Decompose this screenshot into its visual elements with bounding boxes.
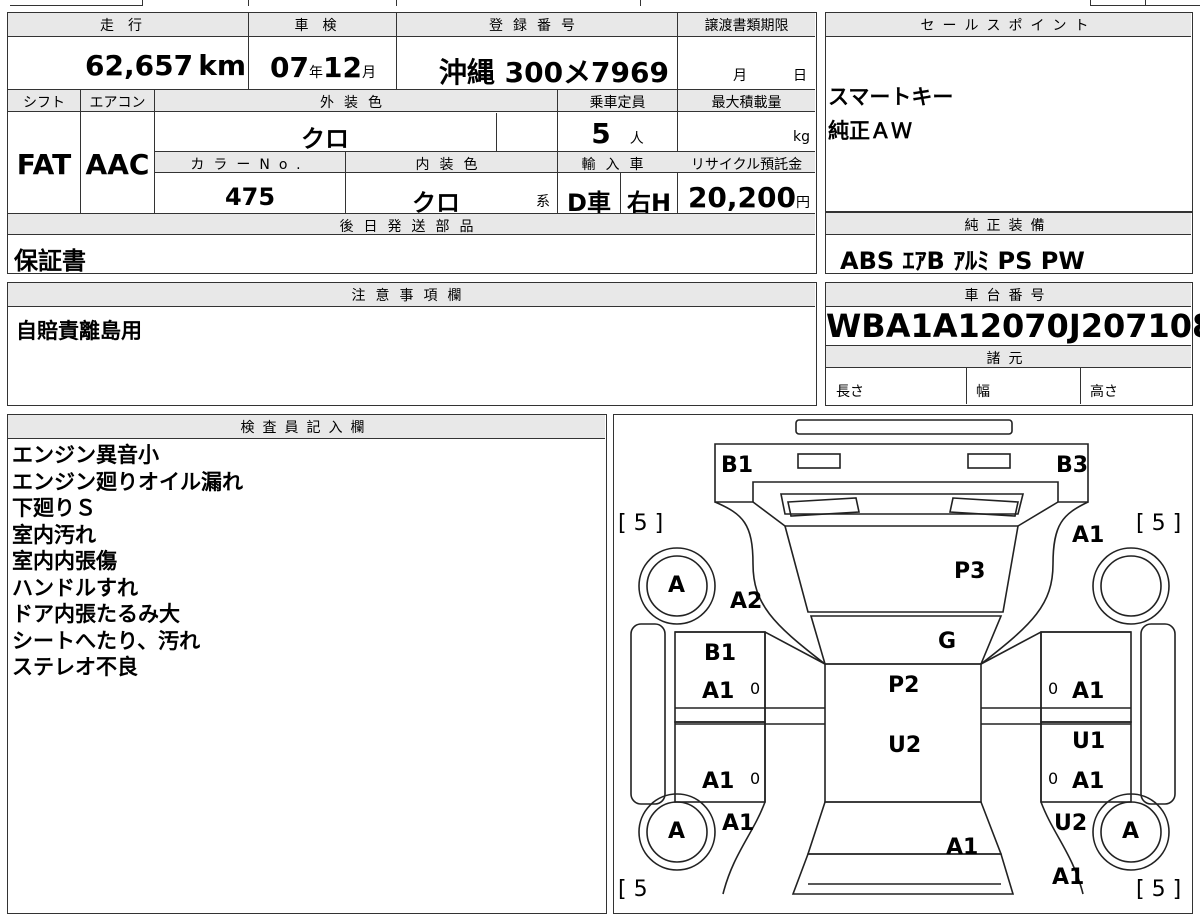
list-item: エンジン廻りオイル漏れ [12, 469, 243, 494]
later-parts-label: 後日発送部品 [339, 219, 484, 235]
registration-value: 沖縄 300メ7969 [438, 56, 669, 89]
tire-grade: A [668, 573, 686, 598]
damage-label: B3 [1056, 453, 1089, 478]
mileage-label: 走行 [100, 18, 156, 34]
chassis-box: 車台番号 WBA1A12070J207108 諸元 長さ 幅 高さ [825, 282, 1200, 406]
shaken-label: 車検 [294, 18, 351, 34]
damage-label: U2 [1054, 811, 1088, 836]
color-no-label: カラーNo. [190, 157, 310, 173]
caution-label: 注意事項欄 [351, 288, 472, 304]
damage-label: A1 [946, 835, 979, 860]
list-item: 下廻りＳ [12, 496, 96, 520]
recycle-label: リサイクル預託金 [690, 157, 803, 173]
tread-depth: [ 5 ] [1136, 877, 1182, 902]
tire-grade: A [1122, 819, 1140, 844]
shift-value: FAT [16, 148, 72, 181]
mileage-value: 62,657 km [85, 49, 246, 82]
shaken-value: 07年12月 [270, 51, 376, 84]
specs-width: 幅 [976, 384, 990, 400]
damage-label: A1 [1052, 865, 1085, 890]
damage-label: A1 [1072, 523, 1105, 548]
exterior-color-label: 外装色 [320, 95, 392, 111]
genuine-equipment-value: ABS ｴｱB ｱﾙﾐ PS PW [840, 247, 1085, 275]
interior-color-label: 内装色 [415, 157, 488, 173]
aircon-value: AAC [85, 148, 150, 181]
capacity-label: 乗車定員 [589, 95, 646, 111]
import-label: 輸入車 [581, 157, 654, 173]
inspector-label: 検査員記入欄 [240, 420, 373, 436]
sales-point-item: 純正ＡＷ [828, 119, 912, 143]
sales-point-item: スマートキー [828, 85, 954, 109]
list-item: 室内汚れ [12, 522, 96, 547]
tread-depth: [ 5 ] [618, 511, 664, 536]
zero-mark: 0 [750, 679, 761, 698]
damage-map-box: B1 B3 A1 P3 A2 G B1 A1 P2 A1 U2 U1 A1 A1… [613, 414, 1193, 914]
list-item: 室内内張傷 [12, 549, 117, 573]
registration-label: 登録番号 [489, 18, 585, 34]
list-item: ステレオ不良 [12, 655, 138, 679]
max-load-label: 最大積載量 [711, 95, 782, 111]
inspector-notes-box: 検査員記入欄 エンジン異音小 エンジン廻りオイル漏れ 下廻りＳ 室内汚れ 室内内… [7, 414, 607, 914]
exterior-color-value: クロ [301, 125, 349, 153]
zero-mark: 0 [750, 769, 761, 788]
color-no-value: 475 [224, 183, 276, 211]
caution-box: 注意事項欄 自賠責離島用 [7, 282, 817, 406]
damage-label: G [938, 629, 957, 654]
list-item: エンジン異音小 [12, 443, 159, 467]
tread-depth: [ 5 [618, 877, 648, 902]
transfer-day-unit: 日 [793, 68, 807, 84]
car-diagram [630, 419, 1176, 895]
zero-mark: 0 [1048, 679, 1059, 698]
tire-grade: A [668, 819, 686, 844]
tread-depth: [ 5 ] [1136, 511, 1182, 536]
damage-label: A1 [722, 811, 755, 836]
specs-height: 高さ [1090, 384, 1118, 400]
damage-label: A1 [702, 769, 735, 794]
damage-label: A1 [1072, 769, 1105, 794]
shift-label: シフト [23, 95, 65, 111]
transfer-deadline-label: 譲渡書類期限 [704, 18, 789, 34]
damage-label: A2 [730, 589, 763, 614]
damage-label: U1 [1072, 729, 1106, 754]
transfer-month-unit: 月 [733, 68, 747, 84]
damage-label: B1 [721, 453, 754, 478]
damage-label: U2 [888, 733, 922, 758]
vehicle-info-table: 走行 車検 登録番号 譲渡書類期限 62,657 km 07年12月 沖縄 30… [7, 12, 817, 275]
specs-label: 諸元 [986, 351, 1031, 367]
later-parts-value: 保証書 [14, 247, 86, 275]
zero-mark: 0 [1048, 769, 1059, 788]
sales-point-box: セールスポイント スマートキー 純正ＡＷ [825, 12, 1193, 212]
damage-label: A1 [1072, 679, 1105, 704]
aircon-label: エアコン [89, 95, 146, 111]
max-load-unit: kg [793, 129, 810, 145]
specs-length: 長さ [836, 384, 864, 400]
caution-value: 自賠責離島用 [16, 319, 142, 343]
interior-color-suffix: 系 [536, 194, 550, 210]
list-item: シートへたり、汚れ [12, 628, 201, 653]
damage-label: P2 [888, 673, 920, 698]
chassis-label: 車台番号 [964, 288, 1053, 304]
capacity-value: 5 人 [591, 117, 644, 150]
inspector-notes-list: エンジン異音小 エンジン廻りオイル漏れ 下廻りＳ 室内汚れ 室内内張傷 ハンドル… [12, 442, 243, 681]
top-strip [0, 0, 1200, 6]
list-item: ハンドルすれ [12, 575, 138, 600]
genuine-equipment-box: 純正装備 ABS ｴｱB ｱﾙﾐ PS PW [825, 212, 1193, 275]
genuine-equipment-label: 純正装備 [964, 218, 1053, 234]
damage-label: P3 [954, 559, 986, 584]
damage-label: B1 [704, 641, 737, 666]
recycle-value: 20,200円 [687, 181, 810, 214]
damage-label: A1 [702, 679, 735, 704]
list-item: ドア内張たるみ大 [12, 602, 180, 626]
chassis-value: WBA1A12070J207108 [826, 307, 1200, 345]
sales-point-label: セールスポイント [920, 18, 1097, 34]
